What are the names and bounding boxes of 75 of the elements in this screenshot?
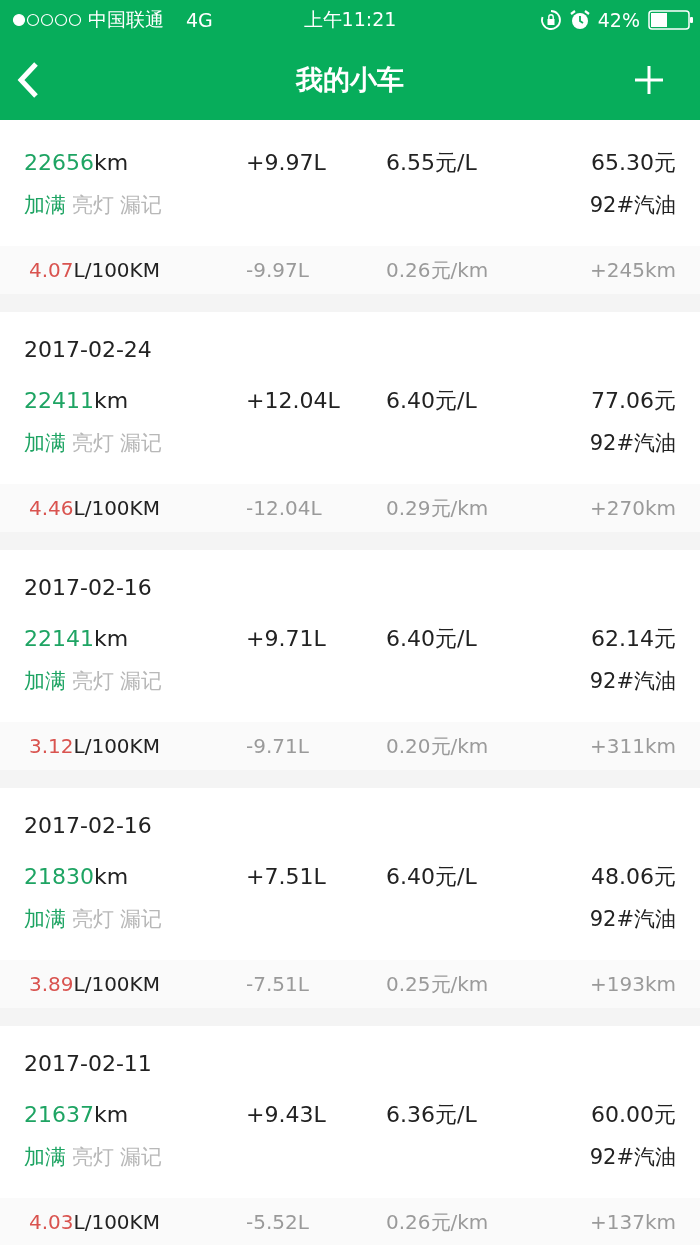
battery-icon <box>648 10 694 30</box>
odometer-reading: 22411km <box>24 387 130 415</box>
battery-percent: 42% <box>597 9 640 31</box>
status-tag: 加满 <box>24 667 66 695</box>
record-date: 2017-02-16 <box>24 812 153 840</box>
fuel-type: 92#汽油 <box>589 192 676 219</box>
distance: +137km <box>590 1210 676 1234</box>
status-tag: 漏记 <box>120 1143 162 1171</box>
status-tag: 加满 <box>24 905 66 933</box>
cost-per-km: 0.29元/km <box>386 494 490 522</box>
fuel-used: -7.51L <box>246 972 310 996</box>
odometer-reading: 22656km <box>24 149 130 177</box>
total-cost: 77.06元 <box>591 387 676 415</box>
odometer-reading: 22141km <box>24 625 130 653</box>
alarm-icon <box>569 9 590 31</box>
fuel-consumption: 3.12L/100KM <box>28 734 161 758</box>
fuel-consumption: 3.89L/100KM <box>28 972 161 996</box>
status-tag: 加满 <box>24 1143 66 1171</box>
unit-price: 6.36元/L <box>386 1101 478 1129</box>
distance: +311km <box>590 734 676 758</box>
record-date: 2017-02-11 <box>24 1050 153 1078</box>
cost-per-km: 0.26元/km <box>386 256 490 284</box>
status-tag: 亮灯 <box>72 429 114 457</box>
unit-price: 6.55元/L <box>386 149 478 177</box>
signal-icon <box>12 13 82 27</box>
fuel-added: +9.97L <box>246 149 327 177</box>
fuel-consumption: 4.07L/100KM <box>28 258 161 282</box>
fuel-used: -12.04L <box>246 496 323 520</box>
status-time: 上午11:21 <box>303 7 397 32</box>
fuel-added: +7.51L <box>246 863 327 891</box>
fuel-type: 92#汽油 <box>589 668 676 695</box>
distance: +245km <box>590 258 676 282</box>
fuel-consumption: 4.03L/100KM <box>28 1210 161 1234</box>
cost-per-km: 0.20元/km <box>386 732 490 760</box>
status-tag: 亮灯 <box>72 905 114 933</box>
fuel-used: -5.52L <box>246 1210 310 1234</box>
back-icon[interactable] <box>16 61 40 99</box>
status-tag: 加满 <box>24 429 66 457</box>
total-cost: 60.00元 <box>591 1101 676 1129</box>
add-icon[interactable] <box>634 65 664 95</box>
status-tag: 漏记 <box>120 905 162 933</box>
status-tag: 亮灯 <box>72 667 114 695</box>
total-cost: 62.14元 <box>591 625 676 653</box>
unit-price: 6.40元/L <box>386 625 478 653</box>
rotation-lock-icon <box>539 9 562 31</box>
fuel-added: +9.71L <box>246 625 327 653</box>
record-date: 2017-02-16 <box>24 574 153 602</box>
distance: +270km <box>590 496 676 520</box>
fuel-type: 92#汽油 <box>589 430 676 457</box>
fuel-added: +12.04L <box>246 387 341 415</box>
cost-per-km: 0.26元/km <box>386 1208 490 1236</box>
status-tag: 亮灯 <box>72 191 114 219</box>
fuel-type: 92#汽油 <box>589 1144 676 1171</box>
status-tag: 漏记 <box>120 429 162 457</box>
fuel-type: 92#汽油 <box>589 906 676 933</box>
odometer-reading: 21830km <box>24 863 130 891</box>
unit-price: 6.40元/L <box>386 387 478 415</box>
unit-price: 6.40元/L <box>386 863 478 891</box>
fuel-used: -9.71L <box>246 734 310 758</box>
network-type: 4G <box>186 9 213 31</box>
total-cost: 65.30元 <box>591 149 676 177</box>
fuel-consumption: 4.46L/100KM <box>28 496 161 520</box>
page-title: 我的小车 <box>296 63 404 97</box>
total-cost: 48.06元 <box>591 863 676 891</box>
status-tag: 漏记 <box>120 667 162 695</box>
status-tag: 亮灯 <box>72 1143 114 1171</box>
status-tag: 漏记 <box>120 191 162 219</box>
odometer-reading: 21637km <box>24 1101 130 1129</box>
fuel-added: +9.43L <box>246 1101 327 1129</box>
status-tag: 加满 <box>24 191 66 219</box>
distance: +193km <box>590 972 676 996</box>
fuel-used: -9.97L <box>246 258 310 282</box>
carrier: 中国联通 <box>88 7 164 32</box>
record-date: 2017-02-24 <box>24 336 153 364</box>
cost-per-km: 0.25元/km <box>386 970 490 998</box>
